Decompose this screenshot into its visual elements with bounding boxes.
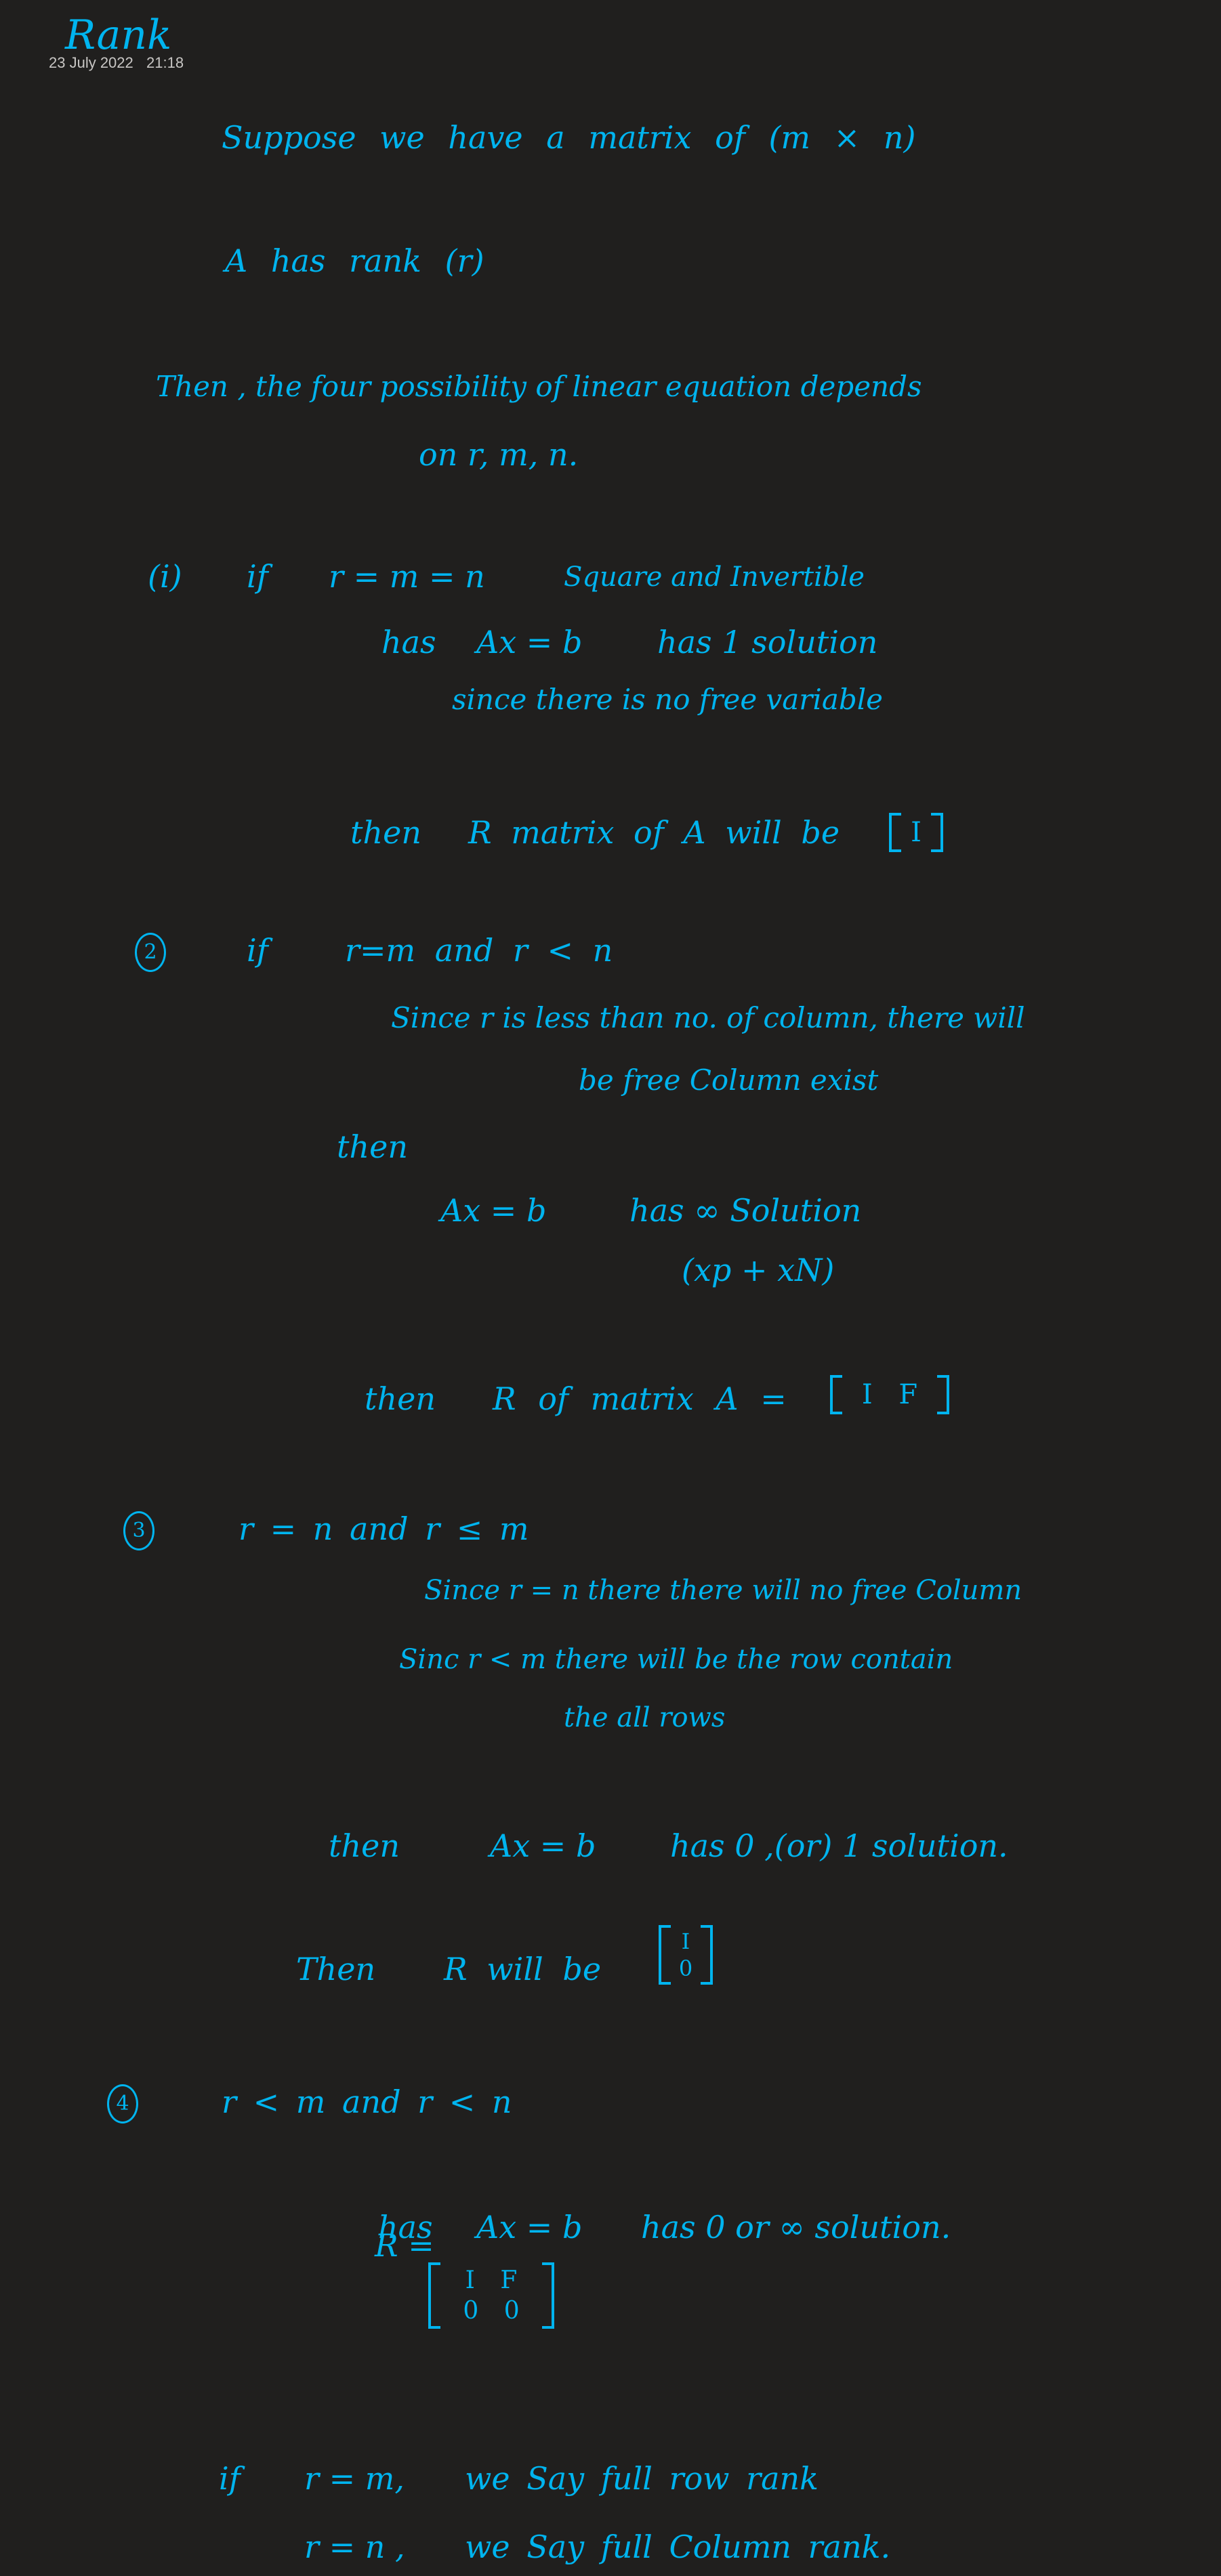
case-1-marker: (i)	[148, 558, 182, 595]
case-3-rref-matrix: I 0	[659, 1925, 713, 1985]
case-4-r-label: R =	[375, 2227, 434, 2264]
intro-line-4: on r, m, n.	[419, 436, 579, 473]
matrix-row: I F	[842, 1378, 937, 1412]
case-2-then-2: then	[365, 1380, 436, 1417]
case-1-result: has 1 solution	[657, 624, 878, 660]
case-3-reason-2: Sinc r < m there will be the row contain	[399, 1644, 953, 1675]
case-2-r-text: R of matrix A =	[493, 1380, 787, 1417]
case-4-result: has 0 or ∞ solution.	[641, 2209, 951, 2245]
case-2-then: then	[337, 1128, 408, 1165]
case-3-reason-1: Since r = n there there will no free Col…	[424, 1575, 1022, 1606]
page-time: 21:18	[146, 54, 184, 71]
case-2-solution-form: (xp + xN)	[682, 1252, 835, 1288]
case-3-result: has 0 ,(or) 1 solution.	[670, 1828, 1008, 1864]
matrix-cell: F	[898, 1379, 918, 1410]
case-1-condition: r = m = n	[329, 558, 485, 595]
matrix-row: I F	[440, 2265, 542, 2296]
case-4-condition: r < m and r < n	[222, 2084, 512, 2120]
matrix-row: 0 0	[440, 2296, 542, 2326]
case-1-equation: Ax = b	[476, 624, 583, 660]
case-3-equation: Ax = b	[490, 1828, 596, 1864]
matrix-cell: I	[911, 817, 922, 848]
intro-line-2: A has rank (r)	[225, 242, 484, 279]
matrix-cell: I	[861, 1379, 873, 1410]
case-2-marker: 2	[135, 933, 166, 972]
case-2-result: has ∞ Solution	[629, 1192, 862, 1229]
summary-text-1: we Say full row rank	[465, 2460, 819, 2497]
summary-condition-1: r = m,	[304, 2460, 405, 2497]
case-2-reason-2: be free Column exist	[579, 1063, 879, 1097]
case-3-then-2: Then	[296, 1951, 376, 1987]
matrix-cell: 0	[678, 1956, 693, 1981]
case-2-rref-matrix: I F	[830, 1375, 949, 1414]
case-1-identity-matrix: I	[889, 813, 943, 852]
case-3-marker: 3	[123, 1511, 154, 1550]
matrix-cell: 0	[503, 2297, 520, 2325]
case-3-reason-3: the all rows	[564, 1702, 726, 1733]
case-4-marker: 4	[107, 2084, 138, 2124]
case-1-then: then	[350, 814, 421, 851]
case-1-reason: since there is no free variable	[452, 683, 884, 716]
case-2-reason-1: Since r is less than no. of column, ther…	[391, 1001, 1025, 1034]
summary-if: if	[219, 2460, 241, 2497]
case-3-r-text: R will be	[444, 1951, 602, 1987]
case-1-description: Square and Invertible	[564, 562, 865, 593]
page-date: 23 July 2022	[49, 54, 133, 71]
case-2-condition: r=m and r < n	[345, 932, 613, 969]
case-4-rref-matrix: I F 0 0	[428, 2262, 554, 2329]
matrix-cell: 0	[463, 2297, 479, 2325]
page-title: Rank	[65, 12, 172, 59]
summary-text-2: we Say full Column rank.	[465, 2529, 891, 2565]
matrix-cell: I	[681, 1928, 690, 1954]
case-3-condition: r = n and r ≤ m	[239, 1511, 529, 1547]
case-2-if: if	[247, 932, 268, 969]
intro-line-1: Suppose we have a matrix of (m × n)	[222, 119, 916, 156]
case-1-has: has	[381, 624, 436, 660]
summary-condition-2: r = n ,	[304, 2529, 405, 2565]
case-1-if: if	[247, 558, 268, 595]
case-1-r-text: R matrix of A will be	[468, 814, 840, 851]
case-4-equation: Ax = b	[476, 2209, 583, 2245]
case-2-equation: Ax = b	[440, 1192, 547, 1229]
case-3-then: then	[329, 1828, 400, 1864]
matrix-cell: F	[500, 2266, 518, 2294]
matrix-cell: I	[465, 2266, 475, 2294]
intro-line-3: Then , the four possibility of linear eq…	[156, 370, 922, 403]
